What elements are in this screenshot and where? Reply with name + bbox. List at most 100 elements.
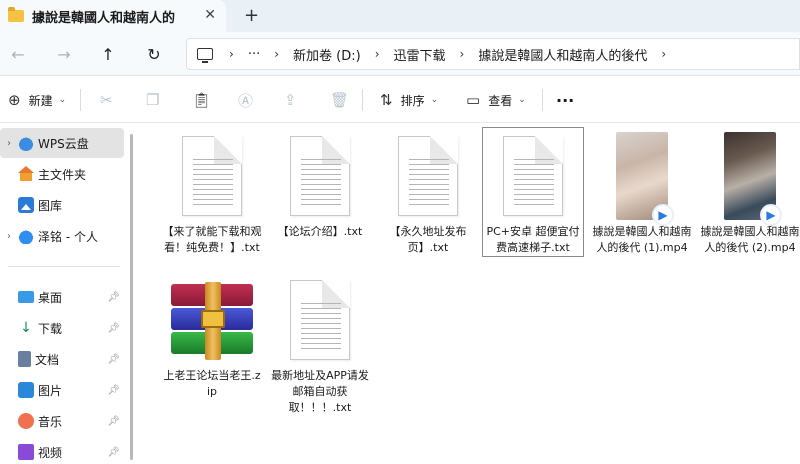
- sidebar-item-label: 下载: [38, 321, 63, 336]
- video-thumbnail: ▶︎: [724, 132, 782, 226]
- sidebar-item-documents[interactable]: 文档 📌︎: [0, 344, 124, 374]
- text-file-icon: [398, 136, 458, 216]
- text-file-icon: [503, 136, 563, 216]
- scissors-icon: ✂: [100, 91, 113, 109]
- pin-icon[interactable]: 📌︎: [107, 385, 120, 396]
- address-bar[interactable]: › ··· › 新加卷 (D:) › 迅雷下载 › 據說是韓國人和越南人的後代 …: [186, 38, 800, 70]
- sidebar-item-pictures[interactable]: 图片 📌︎: [0, 375, 124, 405]
- sidebar-item-label: 主文件夹: [38, 167, 87, 182]
- sidebar-item-onedrive-personal[interactable]: › 泽铭 - 个人: [0, 221, 124, 251]
- more-options-button[interactable]: ···: [556, 89, 574, 111]
- copy-button[interactable]: ❐: [146, 89, 167, 111]
- breadcrumb-more[interactable]: ···: [248, 47, 260, 62]
- sidebar-item-label: 桌面: [38, 290, 63, 305]
- file-item[interactable]: 【论坛介绍】.txt: [270, 128, 370, 258]
- pin-icon[interactable]: 📌︎: [107, 354, 120, 365]
- gallery-icon: [18, 197, 34, 213]
- breadcrumb-drive[interactable]: 新加卷 (D:): [293, 45, 361, 64]
- music-icon: [18, 413, 34, 429]
- file-list: 【来了就能下载和观看！纯免费！】.txt 【论坛介绍】.txt 【永久地址发布页…: [140, 124, 800, 464]
- pin-icon[interactable]: 📌︎: [107, 323, 120, 334]
- chevron-right-icon[interactable]: ›: [0, 138, 18, 149]
- text-file-icon: [182, 136, 242, 216]
- video-thumbnail: ▶︎: [616, 132, 674, 226]
- file-item[interactable]: PC+安卓 超便宜付费高速梯子.txt: [482, 127, 584, 257]
- cut-button[interactable]: ✂: [100, 89, 121, 111]
- chevron-right-icon[interactable]: ›: [661, 47, 666, 61]
- chevron-right-icon[interactable]: ›: [375, 47, 380, 61]
- close-icon[interactable]: ✕: [204, 7, 216, 23]
- sidebar-item-home[interactable]: 主文件夹: [0, 159, 124, 189]
- sort-icon: ⇅: [380, 91, 393, 109]
- view-button[interactable]: ▭ 查看 ⌄: [466, 89, 526, 111]
- chevron-down-icon: ⌄: [58, 95, 67, 105]
- pin-icon[interactable]: 📌︎: [107, 447, 120, 458]
- file-item[interactable]: 【永久地址发布页】.txt: [378, 128, 478, 258]
- sidebar-item-desktop[interactable]: 桌面 📌︎: [0, 282, 124, 312]
- desktop-icon: [18, 291, 34, 303]
- cloud-icon: [18, 228, 34, 244]
- view-icon: ▭: [466, 91, 481, 109]
- sidebar-item-videos[interactable]: 视频 📌︎: [0, 437, 124, 464]
- chevron-right-icon[interactable]: ›: [460, 47, 465, 61]
- forward-icon[interactable]: →: [52, 42, 76, 66]
- chevron-down-icon: ⌄: [518, 95, 526, 105]
- file-name: 【论坛介绍】.txt: [277, 225, 363, 238]
- new-tab-button[interactable]: +: [244, 5, 259, 26]
- file-item[interactable]: ▶︎ 據說是韓國人和越南人的後代 (1).mp4: [592, 128, 692, 268]
- folder-icon: [8, 7, 24, 22]
- refresh-icon[interactable]: ↻: [142, 42, 166, 66]
- chevron-right-icon[interactable]: ›: [274, 47, 279, 61]
- home-icon: [18, 166, 34, 182]
- file-item[interactable]: 【来了就能下载和观看！纯免费！】.txt: [162, 128, 262, 258]
- sort-button[interactable]: ⇅ 排序 ⌄: [380, 89, 438, 111]
- title-bar: 據說是韓國人和越南人的 ✕ +: [0, 0, 800, 32]
- text-file-icon: [290, 136, 350, 216]
- sidebar-item-label: 图片: [38, 383, 63, 398]
- media-player-badge-icon: ▶︎: [760, 204, 782, 226]
- breadcrumb-downloads[interactable]: 迅雷下载: [394, 45, 446, 64]
- sidebar-item-music[interactable]: 音乐 📌︎: [0, 406, 124, 436]
- divider: [8, 266, 120, 267]
- navigation-bar: ← → ↑ ↻ › ··· › 新加卷 (D:) › 迅雷下载 › 據說是韓國人…: [0, 32, 800, 76]
- copy-icon: ❐: [146, 91, 160, 109]
- file-name: 據說是韓國人和越南人的後代 (2).mp4: [700, 225, 800, 254]
- file-item[interactable]: ▶︎ 據說是韓國人和越南人的後代 (2).mp4: [700, 128, 800, 268]
- file-name: 最新地址及APP请发邮箱自动获取！！！.txt: [271, 369, 369, 414]
- file-item[interactable]: 最新地址及APP请发邮箱自动获取！！！.txt: [270, 276, 370, 416]
- sidebar-item-label: 视频: [38, 445, 63, 460]
- clipboard-icon: 📋︎: [192, 91, 212, 109]
- paste-button[interactable]: 📋︎: [192, 89, 219, 111]
- divider: [362, 89, 363, 111]
- sidebar-item-wps-cloud[interactable]: › WPS云盘: [0, 128, 124, 158]
- sidebar-item-gallery[interactable]: 图库: [0, 190, 124, 220]
- download-icon: ↓: [20, 320, 32, 336]
- sidebar-item-label: WPS云盘: [38, 136, 89, 151]
- sidebar-item-label: 泽铭 - 个人: [38, 229, 98, 244]
- back-icon[interactable]: ←: [6, 42, 30, 66]
- breadcrumb-current[interactable]: 據說是韓國人和越南人的後代: [478, 45, 647, 64]
- sidebar-scrollbar[interactable]: [130, 134, 133, 460]
- sidebar-item-downloads[interactable]: ↓ 下载 📌︎: [0, 313, 124, 343]
- up-icon[interactable]: ↑: [96, 42, 120, 66]
- tab-title: 據說是韓國人和越南人的: [32, 10, 176, 26]
- video-icon: [18, 444, 34, 460]
- divider: [542, 89, 543, 111]
- delete-button[interactable]: 🗑︎: [330, 89, 357, 111]
- tab-current-folder[interactable]: 據說是韓國人和越南人的 ✕: [0, 0, 226, 32]
- picture-icon: [18, 382, 34, 398]
- pin-icon[interactable]: 📌︎: [107, 292, 120, 303]
- document-icon: [18, 351, 31, 367]
- plus-circle-icon: ⊕: [8, 91, 21, 109]
- chevron-right-icon[interactable]: ›: [229, 47, 234, 61]
- rename-button[interactable]: Ⓐ: [238, 89, 261, 111]
- chevron-right-icon[interactable]: ›: [0, 231, 18, 242]
- new-button[interactable]: ⊕ 新建 ⌄: [8, 89, 66, 111]
- chevron-down-icon: ⌄: [430, 95, 439, 105]
- file-name: PC+安卓 超便宜付费高速梯子.txt: [486, 225, 580, 254]
- cloud-icon: [18, 135, 34, 151]
- file-item[interactable]: 上老王论坛当老王.zip: [162, 280, 262, 400]
- computer-icon: [197, 48, 213, 63]
- pin-icon[interactable]: 📌︎: [107, 416, 120, 427]
- share-button[interactable]: ⇪: [284, 89, 305, 111]
